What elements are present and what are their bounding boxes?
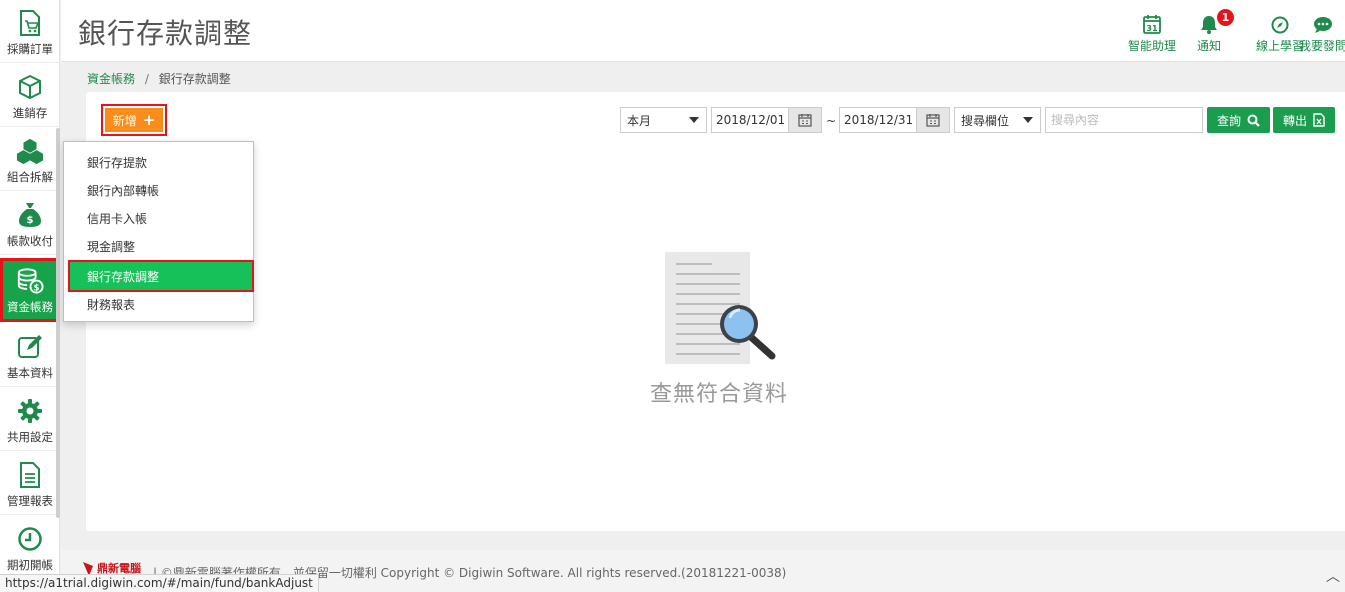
menu-item-bank-internal-transfer[interactable]: 銀行內部轉帳 [64, 176, 253, 204]
chat-icon [1313, 12, 1333, 34]
no-results-search-icon [665, 252, 776, 364]
breadcrumb-separator: / [144, 72, 149, 86]
svg-text:$: $ [34, 282, 40, 292]
notification-button[interactable]: 1 通知 [1197, 9, 1234, 54]
svg-text:鼎新電腦: 鼎新電腦 [97, 561, 141, 575]
date-from-calendar-button[interactable] [788, 107, 822, 133]
sidebar-item-basic-data[interactable]: 基本資料 [0, 324, 60, 387]
boxes-icon [16, 137, 44, 165]
ask-question-label: 我要發問 [1299, 39, 1345, 53]
sidebar-item-label: 帳款收付 [7, 234, 53, 248]
notification-label: 通知 [1197, 39, 1222, 53]
sidebar-item-label: 組合拆解 [7, 170, 53, 184]
excel-file-icon [1313, 113, 1325, 127]
export-button-label: 轉出 [1282, 113, 1307, 128]
search-field-select[interactable]: 搜尋欄位 [954, 107, 1041, 133]
sidebar-item-assembly[interactable]: 組合拆解 [0, 128, 60, 191]
date-range-separator: ~ [826, 114, 837, 128]
search-input[interactable] [1045, 107, 1203, 133]
add-dropdown-menu: 銀行存提款 銀行內部轉帳 信用卡入帳 現金調整 銀行存款調整 財務報表 [63, 141, 254, 322]
breadcrumb-parent-link[interactable]: 資金帳務 [87, 72, 135, 86]
sidebar-item-label: 期初開帳 [7, 558, 53, 572]
box-icon [16, 73, 44, 101]
online-learning-label: 線上學習 [1256, 39, 1305, 53]
notification-badge: 1 [1217, 9, 1234, 26]
sidebar-item-label: 管理報表 [7, 494, 53, 508]
menu-item-bank-deposit-withdrawal[interactable]: 銀行存提款 [64, 148, 253, 176]
sidebar-item-label: 基本資料 [7, 366, 53, 380]
chevron-down-icon [1023, 117, 1033, 123]
calendar-icon [926, 114, 940, 127]
sidebar-item-fund-accounting[interactable]: $ 資金帳務 [0, 258, 60, 322]
query-button[interactable]: 查詢 [1207, 107, 1270, 133]
search-field-select-value: 搜尋欄位 [961, 113, 1010, 128]
sidebar-item-label: 資金帳務 [7, 300, 53, 314]
date-to-input[interactable]: 2018/12/31 [839, 107, 917, 133]
calendar-icon [798, 114, 812, 127]
sidebar-item-label: 共用設定 [7, 430, 53, 444]
menu-item-bank-deposit-adjustment[interactable]: 銀行存款調整 [68, 260, 254, 292]
compass-icon [1271, 12, 1289, 34]
breadcrumb-current: 銀行存款調整 [158, 72, 231, 86]
coins-database-icon: $ [16, 267, 44, 295]
status-bar-url: https://a1trial.digiwin.com/#/main/fund/… [0, 574, 319, 592]
page-title: 銀行存款調整 [78, 17, 253, 50]
bell-icon [1200, 12, 1218, 34]
smart-assistant-button[interactable]: 31 智能助理 [1128, 12, 1176, 54]
empty-state-text: 查無符合資料 [649, 382, 788, 407]
report-icon [16, 461, 44, 489]
gear-icon [16, 397, 44, 425]
sidebar-item-reports[interactable]: 管理報表 [0, 452, 60, 515]
edit-icon [16, 333, 44, 361]
sidebar: 採購訂單 進銷存 組合拆解 $ 帳款收付 $ 資金帳務 基本資料 共用設定 管理… [0, 0, 60, 592]
sidebar-item-label: 採購訂單 [7, 42, 53, 56]
add-button[interactable]: 新增 + [101, 104, 167, 136]
svg-text:31: 31 [1146, 24, 1158, 33]
export-button[interactable]: 轉出 [1273, 107, 1335, 133]
menu-item-financial-reports[interactable]: 財務報表 [64, 290, 253, 318]
online-learning-button[interactable]: 線上學習 [1256, 12, 1304, 54]
top-header: 銀行存款調整 31 智能助理 1 通知 線上學習 我要發問 [61, 0, 1345, 62]
svg-text:$: $ [27, 215, 34, 226]
date-to-calendar-button[interactable] [916, 107, 950, 133]
sidebar-item-shared-settings[interactable]: 共用設定 [0, 388, 60, 451]
sidebar-item-opening[interactable]: 期初開帳 [0, 516, 60, 579]
date-from-input[interactable]: 2018/12/01 [711, 107, 789, 133]
smart-assistant-label: 智能助理 [1128, 39, 1177, 53]
period-select-value: 本月 [627, 113, 652, 128]
query-button-label: 查詢 [1216, 113, 1241, 128]
add-button-label: 新增 [112, 113, 137, 128]
scroll-to-top-icon[interactable]: ︿ [1326, 566, 1340, 586]
breadcrumb: 資金帳務 / 銀行存款調整 [87, 70, 231, 87]
sidebar-item-purchase-order[interactable]: 採購訂單 [0, 0, 60, 63]
money-bag-icon: $ [16, 201, 44, 229]
clock-icon [16, 525, 44, 553]
sidebar-item-inventory[interactable]: 進銷存 [0, 64, 60, 127]
chevron-down-icon [689, 117, 699, 123]
sidebar-item-label: 進銷存 [12, 106, 48, 120]
sidebar-item-payments[interactable]: $ 帳款收付 [0, 192, 60, 255]
ask-question-button[interactable]: 我要發問 [1299, 12, 1345, 54]
menu-item-credit-card-entry[interactable]: 信用卡入帳 [64, 204, 253, 232]
menu-item-cash-adjustment[interactable]: 現金調整 [64, 232, 253, 260]
search-icon [1247, 114, 1260, 127]
sidebar-scrollbar[interactable] [56, 128, 60, 518]
purchase-order-icon [16, 9, 44, 37]
plus-icon: + [142, 111, 156, 129]
period-select[interactable]: 本月 [620, 107, 707, 133]
calendar-icon: 31 [1143, 12, 1161, 34]
